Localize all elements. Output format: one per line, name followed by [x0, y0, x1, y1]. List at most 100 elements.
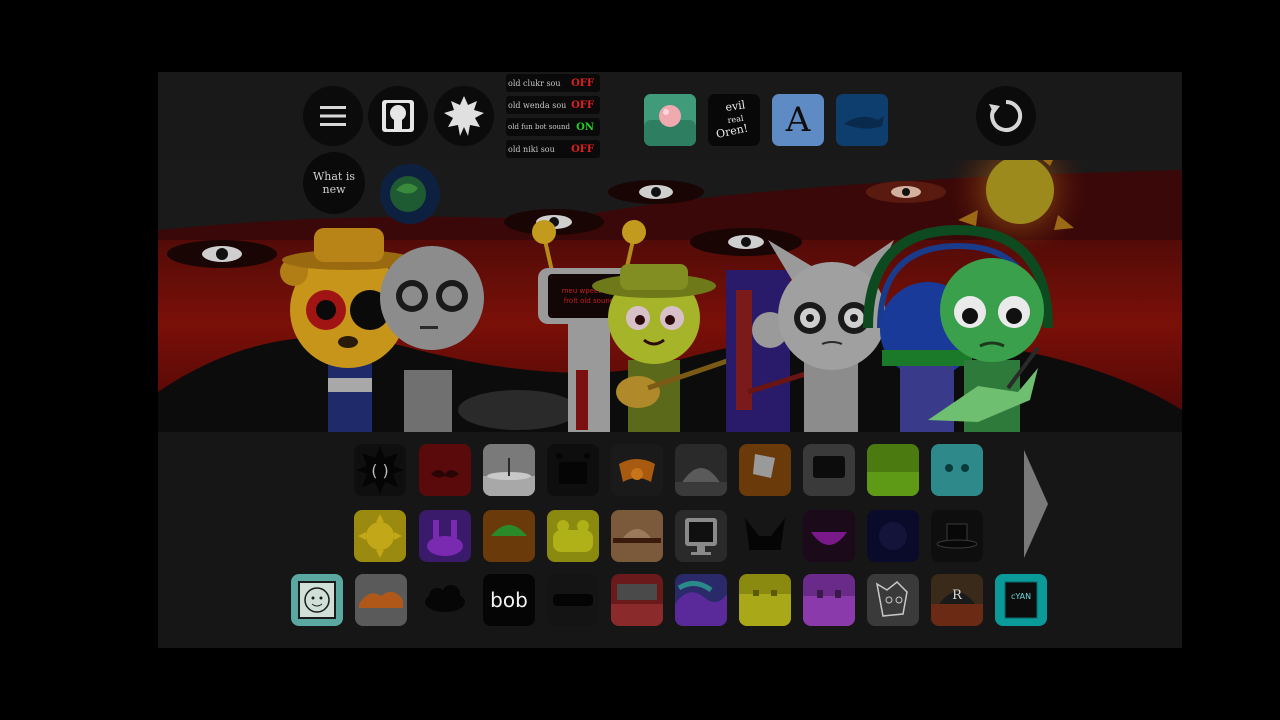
icon-cyan-card[interactable]: cYAN — [995, 574, 1047, 626]
earth-globe — [380, 164, 440, 224]
icon-brown-bucket[interactable] — [739, 444, 791, 496]
bob-label: bob — [490, 588, 528, 612]
navy-head-icon — [879, 522, 907, 550]
icon-green-block[interactable] — [867, 444, 919, 496]
icon-orange-hair[interactable] — [355, 574, 407, 626]
icon-computer[interactable] — [675, 510, 727, 562]
toggle-old-fun-bot-sound[interactable]: old fun bot sound ON — [506, 118, 600, 136]
icon-gray-dome[interactable] — [675, 444, 727, 496]
orange-bow-icon — [619, 459, 655, 482]
shark-icon — [844, 116, 884, 129]
icon-orange-bow[interactable] — [611, 444, 663, 496]
black-cat-ears-icon — [745, 518, 785, 550]
top-bar: old clukr sou OFF old wenda sou OFF old … — [158, 72, 1182, 160]
svg-text:evil: evil — [725, 98, 747, 114]
toggle-old-wenda-sound[interactable]: old wenda sou OFF — [506, 96, 600, 114]
toggle-label: old niki sou — [508, 144, 555, 154]
gray-dome-icon — [675, 468, 727, 496]
red-banner-icon — [611, 584, 663, 626]
purple-teal-wave-icon — [675, 581, 727, 626]
menu-button[interactable] — [303, 86, 363, 146]
icon-green-cap[interactable] — [483, 510, 535, 562]
floating-eye — [608, 180, 704, 204]
gray-pole-icon — [483, 458, 535, 496]
character-icon-tray: ( ) bob R cYAN — [158, 432, 1182, 648]
what-is-new-label: What is new — [312, 170, 356, 196]
hamburger-menu-icon — [320, 106, 346, 126]
toggle-old-niki-sound[interactable]: old niki sou OFF — [506, 140, 600, 158]
icon-yellow-frog[interactable] — [547, 510, 599, 562]
toggle-state: OFF — [571, 143, 594, 155]
icon-sketch-creature[interactable] — [867, 574, 919, 626]
icon-black-mask[interactable] — [547, 574, 599, 626]
icon-purple-teal-wave[interactable] — [675, 574, 727, 626]
icon-red-banner[interactable] — [611, 574, 663, 626]
evil-oren-mod-button[interactable]: evil real Oren! — [708, 94, 760, 146]
toggle-label: old clukr sou — [508, 78, 561, 88]
profile-button[interactable] — [368, 86, 428, 146]
pink-orb-icon — [644, 94, 696, 146]
icon-yellow-box[interactable] — [739, 574, 791, 626]
circular-reset-icon — [989, 99, 1023, 132]
svg-text:( ): ( ) — [371, 461, 389, 480]
brown-bucket-icon — [753, 454, 775, 478]
character-profile-icon — [382, 100, 414, 132]
toggle-label: old wenda sou — [508, 100, 567, 110]
icon-black-robot[interactable] — [547, 444, 599, 496]
yellow-frog-icon — [553, 520, 593, 552]
icon-purple-bunny[interactable] — [419, 510, 471, 562]
icon-magenta-bowl[interactable] — [803, 510, 855, 562]
r-cap-label: R — [952, 588, 962, 603]
icon-drawn-face[interactable] — [291, 574, 343, 626]
monitor-head-icon — [813, 456, 845, 478]
sketch-creature-icon — [875, 580, 908, 617]
brown-hat-icon — [613, 529, 661, 543]
next-page-arrow-icon[interactable] — [1022, 448, 1050, 560]
toggle-old-clukr-sound[interactable]: old clukr sou OFF — [506, 74, 600, 92]
letter-a-mod-button[interactable]: A — [772, 94, 824, 146]
toggle-state: OFF — [571, 99, 594, 111]
icon-yellow-sun[interactable] — [354, 510, 406, 562]
icon-black-cloud[interactable] — [419, 574, 471, 626]
icon-purple-box[interactable] — [803, 574, 855, 626]
sound-toggles: old clukr sou OFF old wenda sou OFF old … — [506, 74, 600, 162]
settings-button[interactable] — [434, 86, 494, 146]
robot-screen-text-line2: frolt old sound — [564, 297, 615, 305]
icon-red-mustache[interactable] — [419, 444, 471, 496]
magenta-bowl-icon — [811, 532, 847, 545]
icon-top-hat[interactable] — [931, 510, 983, 562]
black-cloud-icon — [425, 585, 465, 612]
dark-burst-icon: ( ) — [356, 446, 404, 494]
toggle-state: OFF — [571, 77, 594, 89]
blue-shark-mod-button[interactable] — [836, 94, 888, 146]
icon-r-cap[interactable]: R — [931, 574, 983, 626]
icon-monitor-head[interactable] — [803, 444, 855, 496]
icon-dark-burst[interactable]: ( ) — [354, 444, 406, 496]
black-robot-icon — [556, 453, 590, 484]
reset-button[interactable] — [976, 86, 1036, 146]
icon-gray-pole[interactable] — [483, 444, 535, 496]
drawn-face-icon — [298, 581, 336, 619]
top-hat-icon — [936, 523, 978, 549]
game-frame: old clukr sou OFF old wenda sou OFF old … — [158, 72, 1182, 648]
letter-a-label: A — [785, 100, 811, 140]
svg-text:Oren!: Oren! — [715, 122, 749, 141]
pink-orb-mod-button[interactable] — [644, 94, 696, 146]
floating-eye — [167, 240, 277, 268]
orange-hair-icon — [359, 591, 403, 608]
what-is-new-button[interactable]: What is new — [303, 152, 365, 214]
icon-navy-head[interactable] — [867, 510, 919, 562]
yellow-sun-icon — [358, 514, 402, 558]
green-cap-icon — [491, 525, 527, 536]
computer-icon — [685, 518, 717, 555]
green-block-icon — [867, 472, 919, 496]
icon-teal-face[interactable] — [931, 444, 983, 496]
icon-brown-hat[interactable] — [611, 510, 663, 562]
floating-eye — [866, 181, 946, 203]
icon-black-cat-ears[interactable] — [739, 510, 791, 562]
teal-face-icon — [945, 464, 969, 472]
cyan-card-label: cYAN — [1010, 592, 1032, 601]
yellow-box-icon — [739, 590, 791, 626]
icon-bob[interactable]: bob — [483, 574, 535, 626]
purple-bunny-icon — [427, 520, 463, 556]
